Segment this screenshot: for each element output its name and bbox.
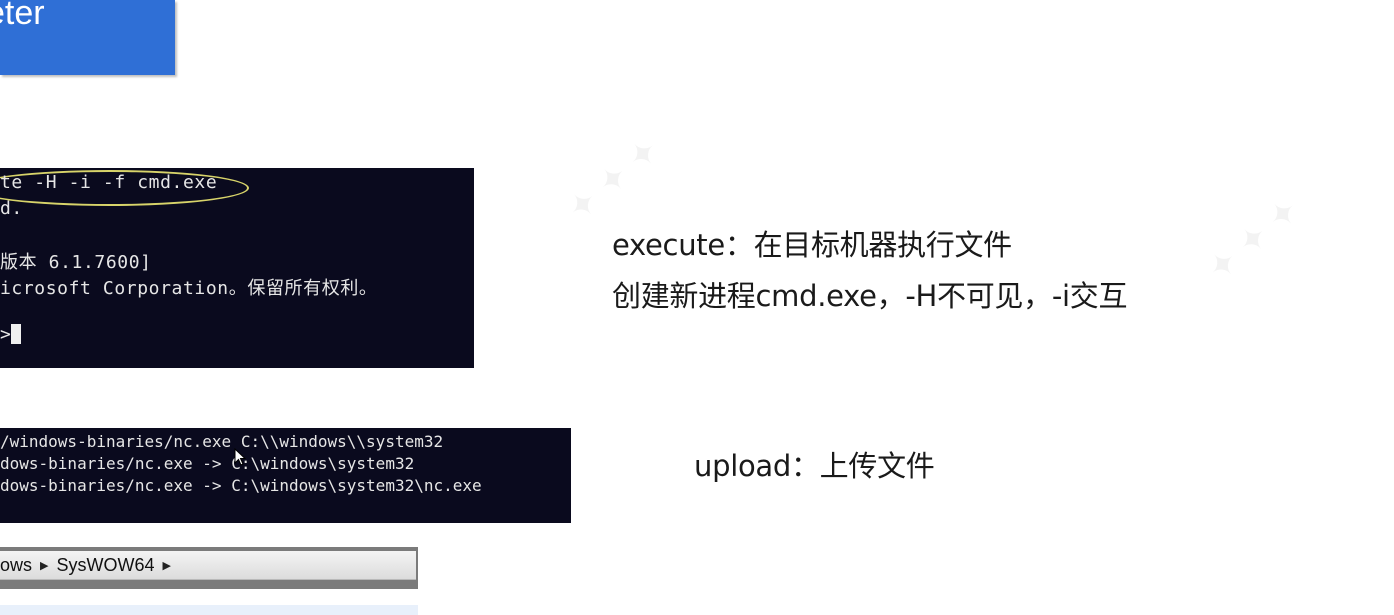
breadcrumb-item[interactable]: SysWOW64 xyxy=(56,555,154,576)
mouse-pointer-icon xyxy=(234,448,246,466)
watermark: ✦ ✦ ✦ xyxy=(1199,190,1308,290)
slide-title-box: eter xyxy=(0,0,175,75)
terminal-cursor xyxy=(11,324,22,344)
terminal-line: d. xyxy=(0,198,23,219)
breadcrumb: ows ▶ SysWOW64 ▶ xyxy=(0,551,416,580)
upload-terminal-screenshot: /windows-binaries/nc.exe C:\\windows\\sy… xyxy=(0,428,571,523)
triangle-right-icon[interactable]: ▶ xyxy=(40,559,48,572)
terminal-line: dows-binaries/nc.exe -> C:\windows\syste… xyxy=(0,454,415,473)
triangle-right-icon[interactable]: ▶ xyxy=(163,559,171,572)
terminal-line: icrosoft Corporation。保留所有权利。 xyxy=(0,278,378,299)
breadcrumb-item[interactable]: ows xyxy=(0,555,32,576)
terminal-line: dows-binaries/nc.exe -> C:\windows\syste… xyxy=(0,476,482,495)
upload-title-note: upload：上传文件 xyxy=(694,449,935,483)
explorer-address-bar: ows ▶ SysWOW64 ▶ xyxy=(0,547,418,589)
terminal-prompt-line: > xyxy=(0,324,22,345)
watermark: ✦ ✦ ✦ xyxy=(559,130,668,230)
terminal-line: 版本 6.1.7600] xyxy=(0,252,152,273)
explorer-content-edge xyxy=(0,605,418,615)
execute-detail-note: 创建新进程cmd.exe，-H不可见，-i交互 xyxy=(612,279,1128,313)
execute-title-note: execute：在目标机器执行文件 xyxy=(612,228,1012,262)
terminal-line: te -H -i -f cmd.exe xyxy=(0,172,218,193)
execute-terminal-screenshot: te -H -i -f cmd.exe d. 版本 6.1.7600] icro… xyxy=(0,168,474,368)
terminal-prompt: > xyxy=(0,324,12,345)
terminal-line: /windows-binaries/nc.exe C:\\windows\\sy… xyxy=(0,432,444,451)
slide-title: eter xyxy=(0,0,45,32)
